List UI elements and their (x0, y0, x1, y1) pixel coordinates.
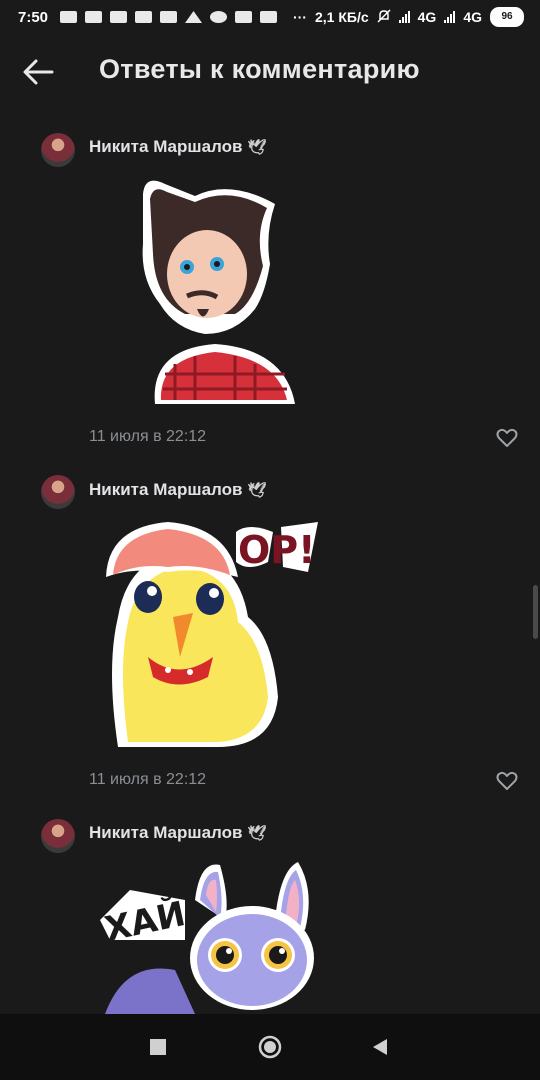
author-name[interactable]: Никита Маршалов (89, 137, 242, 156)
scrollbar[interactable] (533, 585, 538, 639)
app-header: Ответы к комментарию (0, 34, 540, 110)
sticker-text: OP! (238, 528, 315, 572)
home-button[interactable] (255, 1032, 285, 1062)
network-type-1: 4G (417, 9, 437, 25)
comment-timestamp: 11 июля в 22:12 (89, 428, 207, 445)
avatar[interactable] (41, 819, 75, 853)
signal-icon (444, 11, 456, 23)
more-dots: ··· (292, 9, 307, 25)
system-nav-bar (0, 1014, 540, 1080)
dove-icon: 🕊 (247, 139, 267, 156)
author-name-container[interactable]: Никита Маршалов 🕊 (89, 480, 266, 500)
like-button[interactable] (496, 771, 518, 791)
chat-icon (210, 11, 228, 23)
comment-timestamp: 11 июля в 22:12 (89, 771, 207, 788)
youtube-icon (60, 11, 78, 23)
mute-icon (377, 8, 391, 26)
avatar[interactable] (41, 475, 75, 509)
circle-icon (258, 1035, 282, 1059)
status-bar: 7:50 ··· 2,1 КБ/с 4G 4G 96 (0, 0, 540, 34)
network-type-2: 4G (463, 9, 482, 25)
gamepad-icon (260, 11, 278, 23)
network-speed: 2,1 КБ/с (314, 9, 369, 25)
discord-icon (160, 11, 178, 23)
square-icon (150, 1039, 166, 1055)
comment-item: Никита Маршалов 🕊 11 июля в 22:12 (0, 130, 540, 460)
author-name-container[interactable]: Никита Маршалов 🕊 (89, 137, 266, 157)
battery-icon: 96 (490, 7, 524, 27)
warning-icon (185, 11, 203, 23)
like-button[interactable] (496, 428, 518, 448)
sticker-image[interactable]: ХАЙ (100, 860, 320, 1014)
sticker-bat-graphic: ХАЙ (100, 862, 314, 1014)
heart-icon (496, 771, 518, 790)
back-nav-button[interactable] (366, 1032, 396, 1062)
comment-item: Никита Маршалов 🕊 OP! 11 июля в 22:12 (0, 472, 540, 802)
play-icon (235, 11, 253, 23)
sticker-chick-graphic: OP! (106, 522, 318, 747)
sticker-image[interactable]: OP! (98, 517, 323, 752)
sticker-man-graphic (142, 180, 295, 404)
signal-icon (398, 11, 410, 23)
page-title: Ответы к комментарию (99, 54, 420, 84)
avatar[interactable] (41, 133, 75, 167)
discord-icon (135, 11, 153, 23)
author-name[interactable]: Никита Маршалов (89, 480, 242, 499)
sticker-image[interactable] (135, 174, 297, 404)
recents-button[interactable] (143, 1032, 173, 1062)
discord-icon (110, 11, 128, 23)
sticker-text: ХАЙ (101, 893, 189, 950)
discord-icon (85, 11, 103, 23)
triangle-back-icon (373, 1039, 387, 1055)
dove-icon: 🕊 (247, 482, 267, 499)
dove-icon: 🕊 (247, 825, 267, 842)
author-name-container[interactable]: Никита Маршалов 🕊 (89, 823, 266, 843)
notification-icons (60, 11, 278, 23)
arrow-left-icon (23, 59, 54, 85)
author-name[interactable]: Никита Маршалов (89, 823, 242, 842)
back-button[interactable] (20, 56, 56, 88)
heart-icon (496, 428, 518, 447)
status-time: 7:50 (18, 8, 49, 26)
comment-item: Никита Маршалов 🕊 ХАЙ (0, 815, 540, 1015)
